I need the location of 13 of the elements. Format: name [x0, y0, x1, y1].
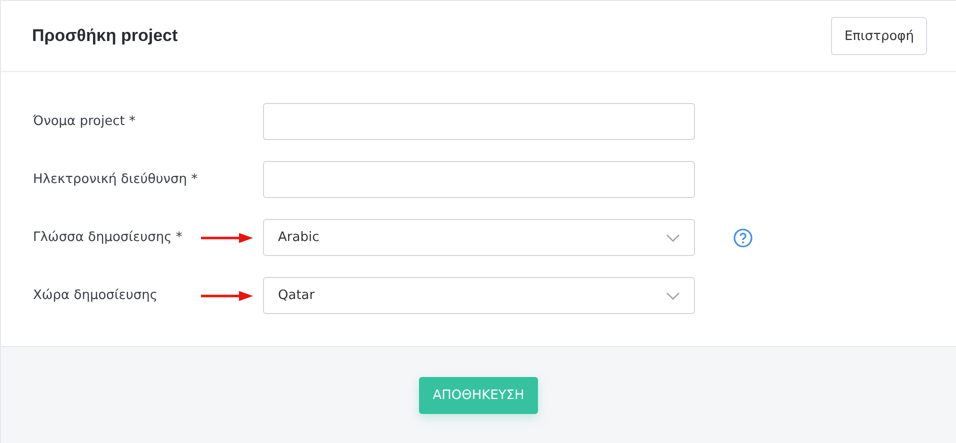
field-label: Όνομα project *: [33, 114, 137, 129]
input-field[interactable]: [263, 161, 695, 198]
field-label: Ηλεκτρονική διεύθυνση *: [33, 172, 199, 187]
dropdown[interactable]: Qatar: [263, 277, 695, 314]
dropdown[interactable]: Arabic: [263, 219, 695, 256]
chevron-down-icon: [666, 292, 680, 300]
page-title: Προσθήκη project: [32, 26, 178, 46]
chevron-down-icon: [666, 234, 680, 242]
field-label: Γλώσσα δημοσίευσης *: [33, 230, 184, 245]
input-field[interactable]: [263, 103, 695, 140]
field-label: Χώρα δημοσίευσης: [33, 288, 158, 303]
back-button[interactable]: Επιστροφή: [831, 17, 927, 55]
help-icon[interactable]: [733, 228, 753, 248]
